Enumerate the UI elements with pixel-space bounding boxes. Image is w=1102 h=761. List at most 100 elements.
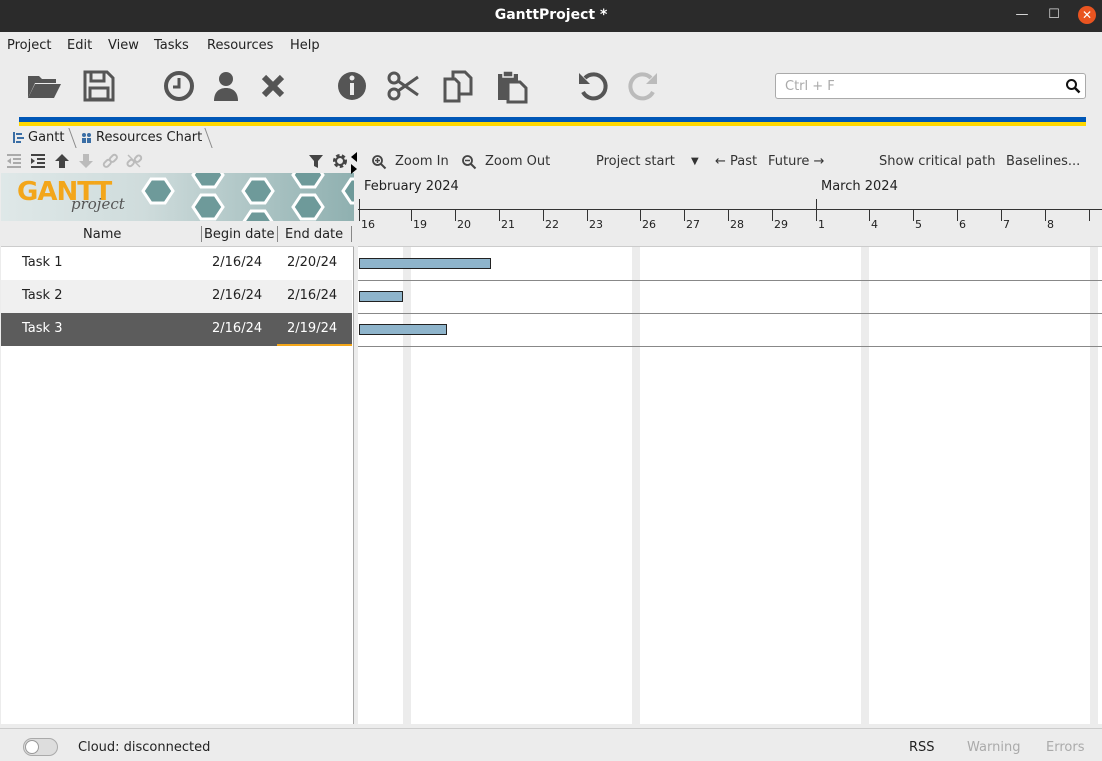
tab-resources-label: Resources Chart	[96, 130, 203, 145]
tab-gantt[interactable]: Gantt	[6, 128, 64, 148]
toggle-knob	[25, 740, 39, 754]
task-name: Task 2	[22, 288, 63, 303]
user-icon[interactable]	[208, 68, 244, 104]
column-header-end[interactable]: End date	[285, 227, 343, 242]
month-tick	[359, 199, 360, 221]
month-label: February 2024	[364, 179, 459, 194]
past-button[interactable]: ← Past	[715, 154, 757, 169]
copy-icon[interactable]	[440, 68, 476, 104]
chart-toolbar: Zoom In Zoom Out Project start ▼ ← Past …	[358, 149, 1102, 175]
paste-icon[interactable]	[494, 68, 530, 104]
info-icon[interactable]	[334, 68, 370, 104]
zoom-out-button[interactable]: Zoom Out	[485, 154, 550, 169]
move-up-icon[interactable]	[53, 152, 71, 170]
task-end-date-editing[interactable]: 2/19/24	[287, 321, 337, 336]
day-tick	[728, 209, 729, 221]
table-row[interactable]: Task 2 2/16/24 2/16/24	[1, 280, 352, 313]
menu-help[interactable]: Help	[290, 38, 320, 53]
project-start-button[interactable]: Project start	[596, 154, 675, 169]
menu-tasks[interactable]: Tasks	[154, 38, 189, 53]
column-header-begin[interactable]: Begin date	[204, 227, 274, 242]
hexagon-pattern	[141, 173, 354, 221]
filter-icon[interactable]	[307, 152, 325, 170]
column-header-name[interactable]: Name	[83, 227, 121, 242]
ganttproject-logo: GANTT project	[1, 173, 354, 221]
weekend-column	[632, 247, 640, 724]
delete-icon[interactable]	[255, 68, 291, 104]
day-label: 26	[642, 218, 656, 231]
task-tree-toolbar	[1, 149, 354, 173]
month-tick	[816, 199, 817, 221]
status-bar: Cloud: disconnected RSS Warning Errors	[0, 728, 1102, 761]
day-label: 27	[686, 218, 700, 231]
table-row-selected[interactable]: Task 3 2/16/24 2/19/24	[1, 313, 352, 346]
menu-bar: Project Edit View Tasks Resources Help	[0, 32, 1102, 58]
day-tick	[772, 209, 773, 221]
column-divider[interactable]	[277, 226, 278, 242]
column-divider[interactable]	[201, 226, 202, 242]
day-label: 21	[501, 218, 515, 231]
day-tick	[684, 209, 685, 221]
undo-icon[interactable]	[575, 68, 611, 104]
timeline-axis	[358, 209, 1102, 210]
menu-view[interactable]: View	[108, 38, 139, 53]
rss-button[interactable]: RSS	[909, 740, 935, 755]
warning-button[interactable]: Warning	[967, 740, 1020, 755]
day-tick	[499, 209, 500, 221]
task-bar[interactable]	[359, 258, 491, 269]
row-divider	[358, 280, 1102, 281]
flag-stripe-yellow	[19, 122, 1086, 126]
menu-edit[interactable]: Edit	[67, 38, 92, 53]
unlink-icon	[125, 152, 143, 170]
chevron-down-icon[interactable]: ▼	[691, 156, 699, 167]
day-label: 6	[959, 218, 966, 231]
indent-icon[interactable]	[29, 152, 47, 170]
task-grid-header: Name Begin date End date	[1, 221, 354, 247]
future-button[interactable]: Future →	[768, 154, 824, 169]
row-divider	[358, 346, 1102, 347]
minimize-button[interactable]: —	[1013, 6, 1031, 24]
day-tick	[1001, 209, 1002, 221]
task-bar[interactable]	[359, 291, 403, 302]
open-folder-icon[interactable]	[26, 68, 62, 104]
save-icon[interactable]	[81, 68, 117, 104]
cloud-toggle[interactable]	[23, 738, 58, 756]
day-tick	[455, 209, 456, 221]
gantt-icon	[13, 132, 24, 143]
zoom-in-icon[interactable]	[371, 154, 387, 170]
search-box	[775, 73, 1086, 99]
tab-divider	[204, 128, 213, 148]
search-icon[interactable]	[1065, 78, 1081, 94]
gantt-chart-panel: Zoom In Zoom Out Project start ▼ ← Past …	[358, 149, 1102, 724]
tab-resources-chart[interactable]: Resources Chart	[74, 128, 202, 148]
table-row[interactable]: Task 1 2/16/24 2/20/24	[1, 247, 352, 280]
row-divider	[358, 313, 1102, 314]
menu-project[interactable]: Project	[7, 38, 51, 53]
day-label: 23	[589, 218, 603, 231]
day-label: 16	[361, 218, 375, 231]
cut-icon[interactable]	[386, 68, 422, 104]
task-end-date: 2/16/24	[287, 288, 338, 303]
clock-icon[interactable]	[161, 68, 197, 104]
title-bar: GanttProject * — ☐ ✕	[0, 0, 1102, 32]
baselines-button[interactable]: Baselines...	[1006, 154, 1080, 169]
day-label: 4	[871, 218, 878, 231]
column-divider[interactable]	[351, 226, 352, 242]
task-bar[interactable]	[359, 324, 447, 335]
gear-icon[interactable]	[331, 152, 349, 170]
resources-icon	[82, 133, 91, 143]
zoom-in-button[interactable]: Zoom In	[395, 154, 449, 169]
day-tick	[543, 209, 544, 221]
zoom-out-icon[interactable]	[461, 154, 477, 170]
errors-button[interactable]: Errors	[1046, 740, 1084, 755]
splitter-handle[interactable]	[351, 151, 357, 175]
search-input[interactable]	[776, 74, 1056, 98]
critical-path-button[interactable]: Show critical path	[879, 154, 995, 169]
task-tree-panel: GANTT project Name Begin date End date T…	[1, 149, 354, 724]
edit-cell-underline	[277, 344, 352, 346]
maximize-button[interactable]: ☐	[1045, 6, 1063, 24]
task-begin-date: 2/16/24	[212, 288, 263, 303]
close-button[interactable]: ✕	[1078, 6, 1096, 24]
day-label: 8	[1047, 218, 1054, 231]
menu-resources[interactable]: Resources	[207, 38, 273, 53]
